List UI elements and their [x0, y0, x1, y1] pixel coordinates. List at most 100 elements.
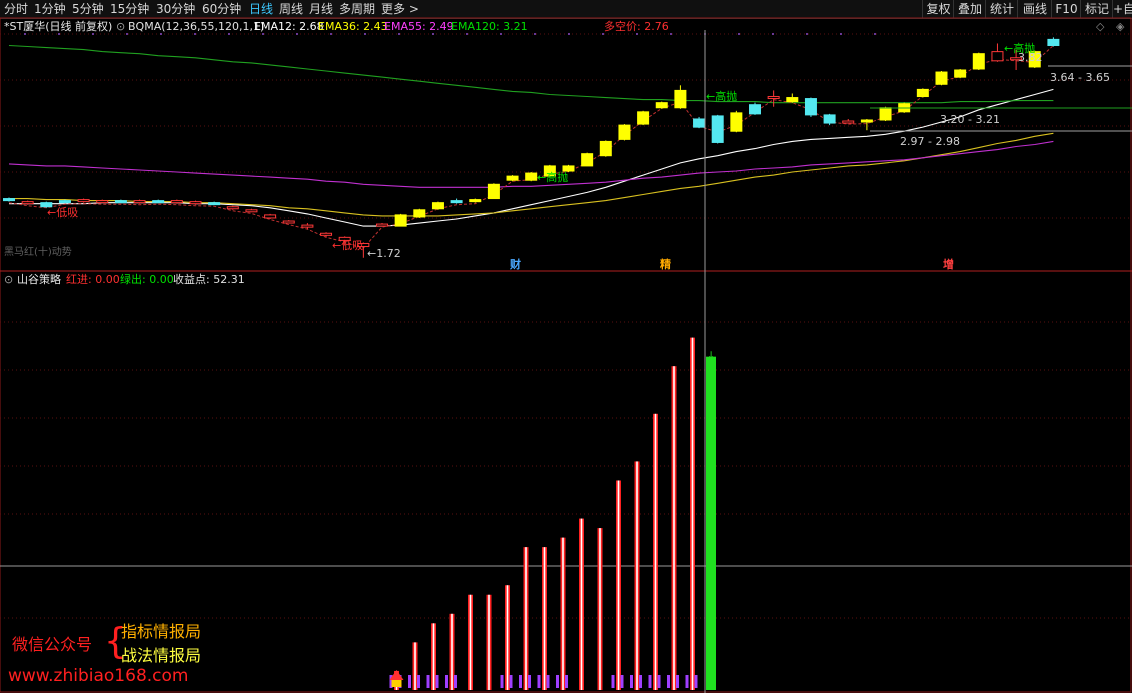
candle-body-21 — [394, 214, 407, 227]
annotation-high-throw-2: ←高抛 — [706, 90, 738, 103]
candle-body-13 — [245, 209, 258, 213]
candle-body-7 — [133, 200, 146, 204]
ema-label-0: EMA12: 2.68 — [254, 20, 324, 33]
annotation-range-364: 3.64 - 3.65 — [1050, 71, 1110, 84]
red-in-bar-core-29 — [543, 547, 546, 690]
candle-body-5 — [96, 200, 109, 204]
red-in-bar-core-33 — [617, 480, 620, 690]
purple-tick-7 — [565, 675, 568, 688]
candle-body-43 — [804, 98, 817, 116]
purple-tick-3 — [454, 675, 457, 688]
purple-tick-1 — [417, 675, 420, 688]
annotation-price-382: 3.82 — [1018, 51, 1043, 64]
marker-cai[interactable]: 财 — [510, 258, 521, 271]
top-dot-263 — [262, 33, 264, 35]
green-out-value: 绿出: 0.00 — [120, 273, 174, 286]
marker-jing[interactable]: 精 — [660, 258, 671, 271]
profit-value: 收益点: 52.31 — [173, 273, 245, 286]
candle-body-27 — [506, 175, 519, 181]
red-in-bar-core-26 — [488, 594, 490, 690]
purple-tick-2 — [435, 675, 439, 688]
red-in-bar-core-32 — [599, 528, 601, 690]
red-in-bar-core-30 — [562, 537, 564, 690]
marker-zeng[interactable]: 增 — [943, 258, 954, 271]
candle-body-1 — [21, 201, 34, 205]
ema-line-ema120 — [8, 44, 1054, 104]
annotation-high-throw-1: ←高抛 — [537, 171, 569, 184]
candle-body-26 — [487, 183, 500, 200]
red-in-bar-core-25 — [469, 594, 472, 690]
top-dot-93 — [92, 33, 94, 35]
candle-body-3 — [58, 200, 71, 204]
top-dot-773 — [772, 33, 774, 35]
circle-toggle-icon[interactable]: ⊙ — [116, 20, 125, 33]
candle-body-0 — [3, 198, 15, 202]
candle-body-38 — [711, 115, 724, 143]
top-dot-399 — [398, 33, 400, 35]
green-arrow-38: ↓ — [707, 351, 715, 362]
candle-body-44 — [823, 114, 836, 124]
annotation-low-suck-2: ←低吸 — [332, 239, 364, 252]
ema-label-1: EMA36: 2.43 — [318, 20, 388, 33]
ema-line-ema12 — [9, 88, 1054, 227]
top-dot-841 — [840, 33, 842, 35]
candle-body-36 — [674, 89, 687, 109]
indicator-name[interactable]: BQMA(12,36,55,120,1,1) — [128, 20, 264, 33]
candle-body-33 — [618, 124, 631, 140]
purple-tick-b-2 — [426, 675, 430, 688]
purple-tick-b-10 — [648, 675, 652, 688]
top-dot-127 — [126, 33, 128, 35]
candle-body-56 — [1047, 38, 1060, 47]
candle-body-16 — [301, 224, 314, 228]
red-in-bar-core-23 — [432, 623, 435, 690]
purple-tick-10 — [657, 675, 661, 688]
red-in-bar-core-34 — [636, 461, 638, 690]
candle-body-14 — [264, 214, 277, 219]
settings-icon[interactable]: ◈ — [1116, 20, 1124, 33]
purple-tick-b-3 — [445, 675, 448, 688]
candle-body-49 — [916, 88, 929, 98]
candle-body-45 — [842, 120, 855, 124]
candle-body-35 — [655, 102, 668, 109]
top-dot-195 — [194, 33, 196, 35]
candle-body-12 — [226, 206, 239, 210]
candle-body-28 — [525, 172, 538, 181]
candle-body-11 — [208, 202, 221, 206]
top-dot-671 — [670, 33, 672, 35]
start-box-icon — [391, 680, 402, 687]
watermark-site[interactable]: www.zhibiao168.com — [8, 666, 188, 686]
candle-body-51 — [954, 69, 967, 78]
candle-body-6 — [114, 200, 127, 204]
annotation-range-320: 3.20 - 3.21 — [940, 113, 1000, 126]
candle-body-15 — [282, 220, 295, 224]
red-in-bar-core-37 — [691, 337, 694, 690]
main-title: *ST厦华(日线 前复权) — [4, 20, 113, 33]
candle-body-41 — [767, 96, 780, 100]
collapse-icon[interactable]: ◇ — [1096, 20, 1104, 33]
top-dot-501 — [500, 33, 502, 35]
purple-tick-b-7 — [556, 675, 559, 688]
red-in-bar-core-36 — [673, 366, 675, 690]
purple-tick-b-8 — [611, 675, 615, 688]
candle-body-9 — [170, 200, 183, 204]
candle-body-17 — [320, 232, 333, 236]
top-dot-637 — [636, 33, 638, 35]
candle-body-32 — [599, 140, 612, 157]
top-dot-875 — [874, 33, 876, 35]
top-dot-739 — [738, 33, 740, 35]
purple-tick-b-9 — [630, 675, 633, 688]
annotation-bottom-left: 黑马红(十)动势 — [4, 247, 72, 258]
annotation-range-297: 2.97 - 2.98 — [900, 135, 960, 148]
sub-panel-toggle-icon[interactable]: ⊙ — [4, 273, 13, 286]
top-dot-59 — [58, 33, 60, 35]
top-dot-25 — [24, 33, 26, 35]
red-in-bar-core-35 — [654, 413, 657, 690]
chart-canvas: ↓ — [0, 17, 1132, 693]
top-dot-229 — [228, 33, 230, 35]
sub-panel-title: 山谷策略 — [17, 273, 61, 286]
candle-body-42 — [786, 97, 799, 103]
red-in-bar-core-22 — [414, 642, 416, 690]
top-dot-365 — [364, 33, 366, 35]
red-in-bar-core-27 — [506, 585, 509, 690]
purple-tick-b-11 — [667, 675, 670, 688]
